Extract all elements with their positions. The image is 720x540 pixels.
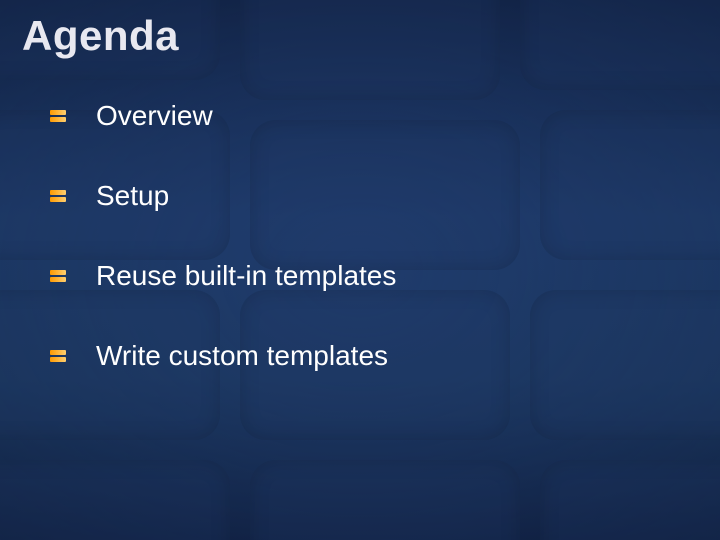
bullet-icon	[50, 190, 66, 202]
list-item: Write custom templates	[50, 340, 680, 372]
list-item: Overview	[50, 100, 680, 132]
bullet-label: Reuse built-in templates	[96, 260, 396, 292]
bullet-icon	[50, 350, 66, 362]
list-item: Setup	[50, 180, 680, 212]
bullet-icon	[50, 270, 66, 282]
bullet-icon	[50, 110, 66, 122]
bullet-label: Write custom templates	[96, 340, 388, 372]
bullet-list: Overview Setup Reuse built-in templates …	[50, 100, 680, 420]
list-item: Reuse built-in templates	[50, 260, 680, 292]
slide-title: Agenda	[22, 12, 179, 60]
bullet-label: Setup	[96, 180, 169, 212]
bullet-label: Overview	[96, 100, 213, 132]
